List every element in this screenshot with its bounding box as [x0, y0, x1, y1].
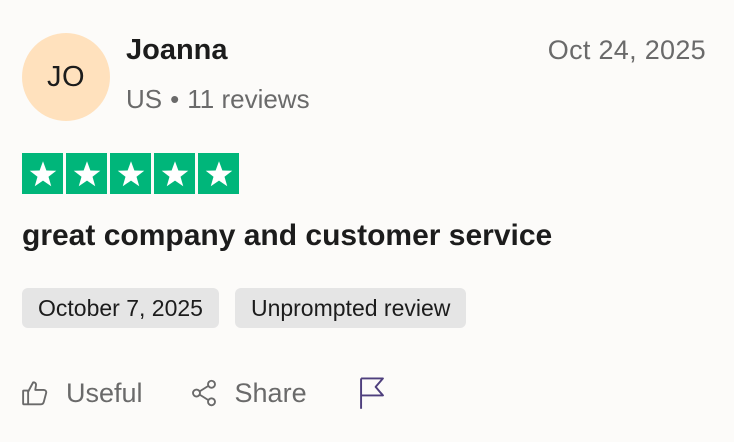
- avatar[interactable]: JO: [22, 33, 110, 121]
- reviewer-name[interactable]: Joanna: [126, 34, 228, 67]
- review-title[interactable]: great company and customer service: [22, 219, 552, 253]
- review-actions: Useful Share: [20, 376, 387, 410]
- share-label: Share: [234, 377, 307, 408]
- reviewer-meta: US • 11 reviews: [126, 84, 310, 115]
- review-posted-date: Oct 24, 2025: [547, 35, 706, 65]
- star-icon: [66, 153, 107, 194]
- share-button[interactable]: Share: [189, 378, 307, 409]
- experience-date-badge: October 7, 2025: [22, 288, 219, 328]
- experience-date-text: October 7, 2025: [38, 294, 203, 321]
- useful-button[interactable]: Useful: [20, 378, 143, 409]
- star-icon: [154, 153, 195, 194]
- review-type-text: Unprompted review: [250, 294, 451, 321]
- useful-label: Useful: [66, 377, 143, 408]
- star-icon: [22, 153, 63, 194]
- report-button[interactable]: [357, 376, 387, 410]
- star-icon: [198, 153, 239, 194]
- flag-icon: [357, 376, 387, 410]
- reviewer-review-count: 11 reviews: [187, 84, 310, 114]
- share-icon: [189, 378, 219, 408]
- reviewer-country: US: [126, 84, 163, 114]
- star-rating: [22, 153, 239, 194]
- thumbs-up-icon: [20, 378, 50, 408]
- meta-separator: •: [170, 84, 180, 114]
- review-type-badge: Unprompted review: [234, 288, 467, 328]
- review-tags: October 7, 2025 Unprompted review: [22, 288, 467, 328]
- avatar-initials: JO: [46, 60, 86, 93]
- star-icon: [110, 153, 151, 194]
